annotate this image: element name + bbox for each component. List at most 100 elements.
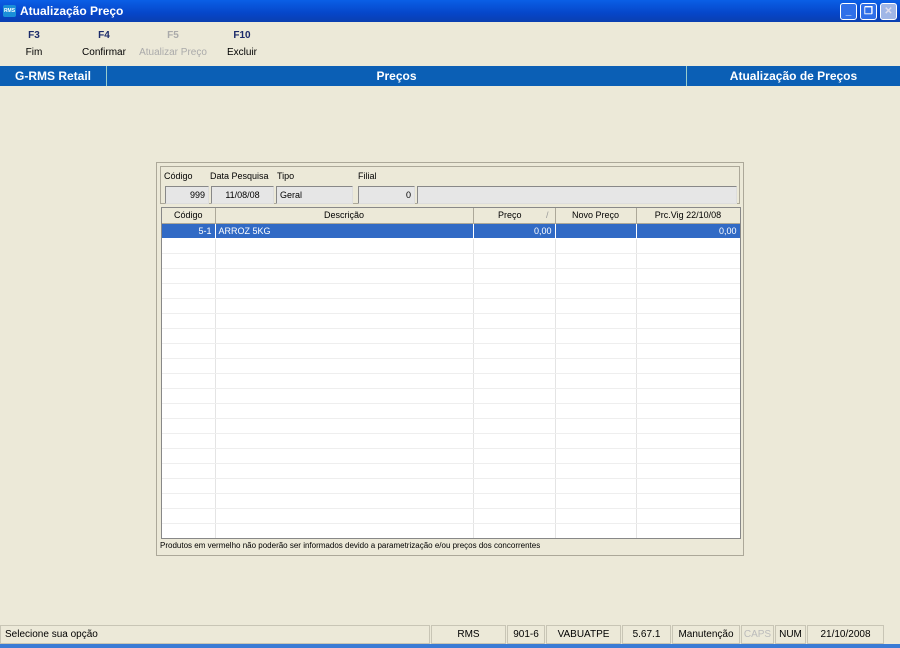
empty-cell[interactable] bbox=[215, 433, 474, 449]
empty-cell[interactable] bbox=[162, 253, 216, 269]
empty-cell[interactable] bbox=[215, 328, 474, 344]
cell-descricao[interactable]: ARROZ 5KG bbox=[215, 223, 474, 239]
empty-cell[interactable] bbox=[215, 283, 474, 299]
empty-cell[interactable] bbox=[555, 298, 637, 314]
empty-row[interactable] bbox=[162, 343, 740, 359]
empty-cell[interactable] bbox=[473, 433, 556, 449]
empty-cell[interactable] bbox=[555, 328, 637, 344]
empty-cell[interactable] bbox=[215, 388, 474, 404]
empty-cell[interactable] bbox=[555, 418, 637, 434]
codigo-field[interactable]: 999 bbox=[165, 186, 209, 204]
empty-row[interactable] bbox=[162, 388, 740, 404]
empty-cell[interactable] bbox=[162, 328, 216, 344]
empty-row[interactable] bbox=[162, 313, 740, 329]
empty-cell[interactable] bbox=[473, 298, 556, 314]
empty-cell[interactable] bbox=[215, 253, 474, 269]
empty-cell[interactable] bbox=[215, 523, 474, 538]
empty-row[interactable] bbox=[162, 508, 740, 524]
empty-cell[interactable] bbox=[473, 253, 556, 269]
empty-cell[interactable] bbox=[215, 343, 474, 359]
empty-cell[interactable] bbox=[473, 418, 556, 434]
empty-cell[interactable] bbox=[162, 298, 216, 314]
data-field[interactable]: 11/08/08 bbox=[211, 186, 274, 204]
empty-cell[interactable] bbox=[215, 493, 474, 509]
empty-cell[interactable] bbox=[555, 493, 637, 509]
empty-cell[interactable] bbox=[473, 328, 556, 344]
empty-cell[interactable] bbox=[636, 433, 740, 449]
empty-cell[interactable] bbox=[473, 463, 556, 479]
empty-cell[interactable] bbox=[636, 253, 740, 269]
empty-cell[interactable] bbox=[162, 508, 216, 524]
empty-cell[interactable] bbox=[555, 373, 637, 389]
empty-row[interactable] bbox=[162, 328, 740, 344]
close-button[interactable]: ✕ bbox=[880, 3, 897, 20]
empty-cell[interactable] bbox=[215, 478, 474, 494]
empty-cell[interactable] bbox=[636, 448, 740, 464]
empty-row[interactable] bbox=[162, 463, 740, 479]
empty-cell[interactable] bbox=[555, 343, 637, 359]
empty-row[interactable] bbox=[162, 283, 740, 299]
cell-prc-vig[interactable]: 0,00 bbox=[636, 223, 740, 239]
empty-cell[interactable] bbox=[162, 463, 216, 479]
cell-preco[interactable]: 0,00 bbox=[473, 223, 556, 239]
empty-cell[interactable] bbox=[473, 268, 556, 284]
empty-cell[interactable] bbox=[636, 238, 740, 254]
empty-cell[interactable] bbox=[162, 343, 216, 359]
empty-cell[interactable] bbox=[162, 388, 216, 404]
empty-cell[interactable] bbox=[555, 403, 637, 419]
empty-row[interactable] bbox=[162, 418, 740, 434]
empty-cell[interactable] bbox=[555, 388, 637, 404]
empty-cell[interactable] bbox=[555, 253, 637, 269]
empty-cell[interactable] bbox=[215, 268, 474, 284]
fim-button[interactable]: F3 Fim bbox=[0, 30, 74, 58]
empty-row[interactable] bbox=[162, 433, 740, 449]
empty-row[interactable] bbox=[162, 478, 740, 494]
empty-cell[interactable] bbox=[162, 313, 216, 329]
empty-cell[interactable] bbox=[555, 238, 637, 254]
empty-cell[interactable] bbox=[162, 523, 216, 538]
empty-cell[interactable] bbox=[473, 358, 556, 374]
empty-cell[interactable] bbox=[636, 478, 740, 494]
minimize-button[interactable]: _ bbox=[840, 3, 857, 20]
empty-cell[interactable] bbox=[473, 508, 556, 524]
empty-cell[interactable] bbox=[555, 268, 637, 284]
empty-cell[interactable] bbox=[636, 298, 740, 314]
empty-row[interactable] bbox=[162, 358, 740, 374]
excluir-button[interactable]: F10 Excluir bbox=[202, 30, 282, 58]
restore-button[interactable]: ❐ bbox=[860, 3, 877, 20]
empty-cell[interactable] bbox=[636, 508, 740, 524]
empty-cell[interactable] bbox=[636, 283, 740, 299]
empty-cell[interactable] bbox=[555, 523, 637, 538]
empty-cell[interactable] bbox=[555, 283, 637, 299]
col-prc-vig[interactable]: Prc.Vig 22/10/08 bbox=[636, 208, 740, 224]
empty-cell[interactable] bbox=[162, 448, 216, 464]
confirmar-button[interactable]: F4 Confirmar bbox=[64, 30, 144, 58]
empty-cell[interactable] bbox=[162, 268, 216, 284]
empty-cell[interactable] bbox=[473, 373, 556, 389]
empty-cell[interactable] bbox=[215, 463, 474, 479]
tipo-field[interactable]: Geral bbox=[276, 186, 353, 204]
empty-cell[interactable] bbox=[215, 358, 474, 374]
empty-row[interactable] bbox=[162, 523, 740, 538]
empty-row[interactable] bbox=[162, 268, 740, 284]
prices-grid[interactable]: Código Descrição Preço / Novo Preço Prc.V… bbox=[161, 207, 741, 539]
empty-cell[interactable] bbox=[162, 433, 216, 449]
empty-cell[interactable] bbox=[636, 343, 740, 359]
empty-cell[interactable] bbox=[636, 373, 740, 389]
empty-cell[interactable] bbox=[636, 523, 740, 538]
filial-field[interactable]: 0 bbox=[358, 186, 415, 204]
empty-cell[interactable] bbox=[215, 403, 474, 419]
col-novo-preco[interactable]: Novo Preço bbox=[555, 208, 637, 224]
empty-cell[interactable] bbox=[215, 298, 474, 314]
empty-cell[interactable] bbox=[162, 373, 216, 389]
cell-codigo[interactable]: 5-1 bbox=[162, 223, 216, 239]
empty-cell[interactable] bbox=[215, 508, 474, 524]
empty-cell[interactable] bbox=[473, 493, 556, 509]
empty-cell[interactable] bbox=[162, 493, 216, 509]
empty-cell[interactable] bbox=[473, 403, 556, 419]
empty-cell[interactable] bbox=[215, 313, 474, 329]
empty-cell[interactable] bbox=[473, 283, 556, 299]
col-preco[interactable]: Preço / bbox=[473, 208, 556, 224]
table-row[interactable]: 5-1 ARROZ 5KG 0,00 0,00 bbox=[162, 223, 740, 239]
empty-row[interactable] bbox=[162, 298, 740, 314]
